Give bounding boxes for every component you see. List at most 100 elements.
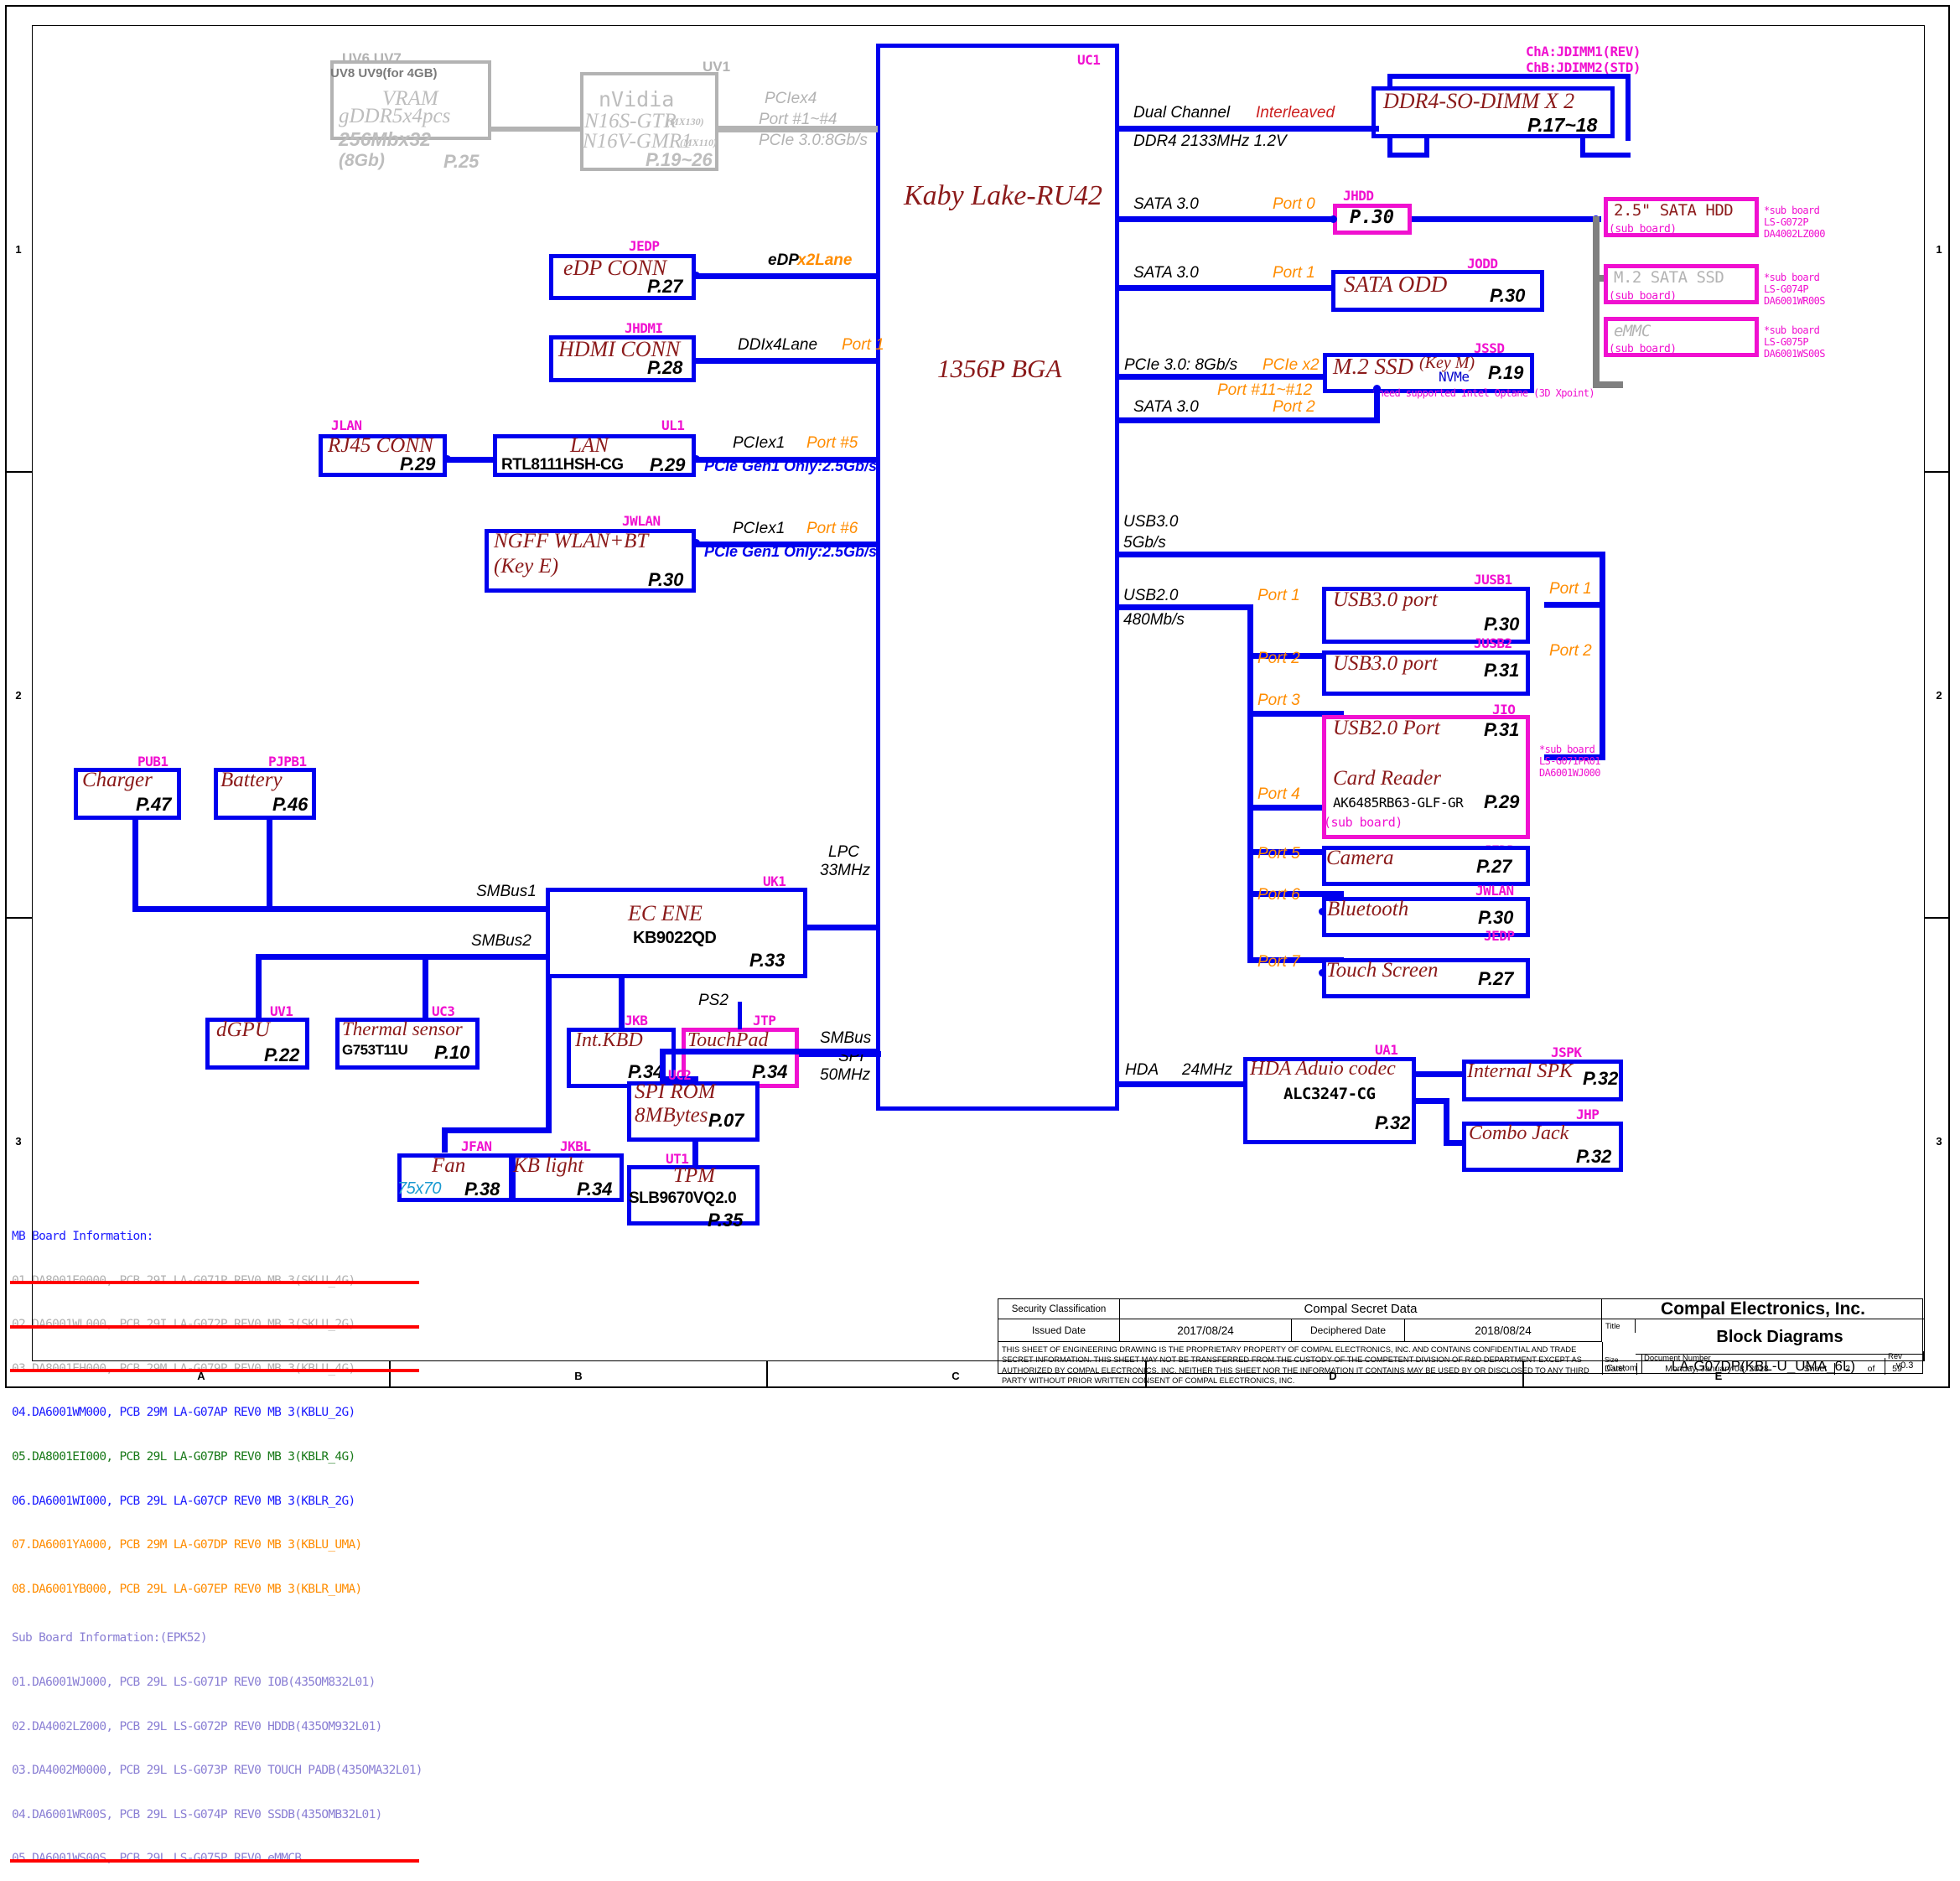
usb3-bus-line1: USB3.0 (1123, 513, 1179, 531)
date-label: Date: (1602, 1363, 1637, 1375)
sub-board-info-title: Sub Board Information:(EPK52) (12, 1631, 208, 1645)
usb2-bus-line2: 480Mb/s (1123, 611, 1185, 629)
usb-port-5-label: Port 5 (1257, 845, 1300, 863)
memory-outline (1626, 74, 1631, 141)
title-block: Security Classification Compal Secret Da… (998, 1298, 1924, 1385)
tpm-name: TPM (673, 1164, 715, 1187)
rj45-lan-wire (447, 457, 493, 463)
zone-col-b: B (574, 1370, 583, 1382)
thermal-sensor-name: Thermal sensor (342, 1018, 463, 1039)
zone-row-3: 3 (15, 1135, 22, 1148)
card-reader-sub: (sub board) (1324, 815, 1403, 830)
sub-board-info-line: 03.DA4002M0000, PCB 29L LS-G073P REV0 TO… (12, 1764, 423, 1778)
kbd-wire (619, 978, 625, 1029)
wlan-name-line2: (Key E) (494, 555, 559, 578)
usb-port-6-label: Port 6 (1257, 886, 1300, 904)
spk-refdes: JSPK (1551, 1044, 1582, 1060)
sata2-port-label: Port 2 (1273, 398, 1315, 416)
audio-codec-part: ALC3247-CG (1283, 1085, 1376, 1103)
jusb2-page: P.31 (1484, 660, 1520, 681)
zone-divider (5, 471, 32, 473)
memory-wire (1119, 126, 1379, 132)
hda-label-a: HDA (1125, 1061, 1159, 1079)
smbus2-trunk (256, 954, 548, 960)
jio-usb2-name: USB2.0 Port (1333, 717, 1440, 739)
fan-refdes: JFAN (461, 1138, 492, 1154)
edp-signal-a: eDP (768, 251, 799, 269)
sub-board-info-line: 04.DA6001WR00S, PCB 29L LS-G074P REV0 SS… (12, 1807, 382, 1821)
zone-divider (766, 1361, 768, 1388)
cpu-name: Kaby Lake-RU42 (904, 180, 1103, 211)
touchscreen-junction (1319, 969, 1326, 977)
thermal-sensor-part: G753T11U (342, 1042, 408, 1058)
sata-hdd-note: *sub board LS-G072P DA4002LZ000 (1764, 205, 1825, 241)
ec-lower-trunk (546, 978, 552, 1133)
memory-signal-line2: DDR4 2133MHz 1.2V (1133, 132, 1287, 150)
pcie-width-label: PCIe x2 (1263, 356, 1320, 374)
company-name: Compal Electronics, Inc. (1602, 1299, 1924, 1319)
vram-line4: (8Gb) (339, 151, 385, 170)
jusb2-right-port: Port 2 (1549, 642, 1592, 660)
zone-row-1: 1 (15, 243, 22, 256)
edp-signal-b: x2Lane (797, 251, 853, 269)
smbus-label: SMBus (820, 1029, 872, 1047)
sub-board-info-line: 05.DA6001WS00S, PCB 29L LS-G075P REV0 eM… (10, 1852, 423, 1867)
zone-divider (1925, 471, 1950, 473)
wlan-signal-b: Port #6 (806, 520, 858, 537)
emmc-sub: (sub board) (1609, 343, 1677, 355)
kbd-refdes: JKB (625, 1013, 648, 1029)
codec-refdes: UA1 (1375, 1042, 1398, 1058)
lpc-wire (805, 925, 880, 930)
title-label: Title (1602, 1319, 1636, 1333)
kb-light-name: KB light (513, 1154, 584, 1177)
jusb2-name: USB3.0 port (1333, 652, 1438, 675)
vram-page: P.25 (443, 151, 480, 172)
hda-wire (1119, 1081, 1245, 1087)
spi-rom-page: P.07 (708, 1110, 744, 1131)
jssd-name: M.2 SSD (1333, 354, 1413, 379)
edp-conn-page: P.27 (647, 276, 683, 297)
jssd-note: *need supported Intel Optane (3D Xpoint) (1372, 387, 1595, 399)
vram-refdes-line2: UV8 UV9(for 4GB) (330, 66, 438, 80)
sheet-of-label: of (1867, 1364, 1875, 1374)
jodd-name: SATA ODD (1344, 272, 1448, 297)
sata0-port-label: Port 0 (1273, 195, 1315, 213)
deciphered-date-label: Deciphered Date (1292, 1319, 1405, 1342)
mb-info-line: 03.DA8001EH000, PCB 29M LA-G079P REV0 MB… (10, 1362, 423, 1377)
usb2-bus-line1: USB2.0 (1123, 587, 1179, 604)
hdmi-signal-b: Port 1 (842, 336, 884, 354)
card-reader-name: Card Reader (1333, 767, 1441, 790)
usb-port-2-label: Port 2 (1257, 650, 1300, 667)
usb3-trunk (1544, 602, 1605, 608)
lan-signal-a: PCIex1 (733, 434, 786, 452)
jusb2-refdes: JUSB2 (1474, 635, 1512, 651)
deciphered-date-value: 2018/08/24 (1405, 1319, 1602, 1342)
zone-col-c: C (951, 1370, 960, 1382)
wlan-page: P.30 (648, 569, 684, 590)
security-classification-label: Security Classification (998, 1299, 1120, 1319)
memory-page: P.17~18 (1527, 114, 1598, 136)
jhdd-page: P.30 (1350, 207, 1394, 228)
jusb1-refdes: JUSB1 (1474, 572, 1512, 588)
m2-sata-ssd-sub: (sub board) (1609, 290, 1677, 303)
bluetooth-name: Bluetooth (1327, 898, 1409, 920)
internal-spk-name: Internal SPK (1467, 1060, 1573, 1082)
audio-codec-name: HDA Aduio codec (1250, 1058, 1396, 1080)
tpm-part: SLB9670VQ2.0 (629, 1189, 737, 1207)
title-value: Block Diagrams (1636, 1321, 1924, 1355)
issued-date-label: Issued Date (998, 1319, 1120, 1342)
ec-part: KB9022QD (633, 929, 717, 947)
storage-tree-wire (1593, 216, 1600, 388)
zone-divider (1925, 917, 1950, 919)
touchpad-refdes: JTP (753, 1013, 776, 1029)
touchscreen-name: Touch Screen (1326, 959, 1439, 982)
wlan-signal-a: PCIex1 (733, 520, 786, 537)
memory-signal-line1b: Interleaved (1256, 104, 1335, 122)
pcie-port-label: Port #11~#12 (1217, 381, 1313, 399)
memory-refdes-line1: ChA:JDIMM1(REV) (1526, 44, 1641, 60)
memory-outline (1387, 153, 1429, 158)
jio-usb2-page: P.31 (1484, 719, 1520, 740)
security-classification-value: Compal Secret Data (1120, 1299, 1602, 1319)
sata0-wire (1119, 216, 1337, 222)
jusb1-page: P.30 (1484, 614, 1520, 635)
